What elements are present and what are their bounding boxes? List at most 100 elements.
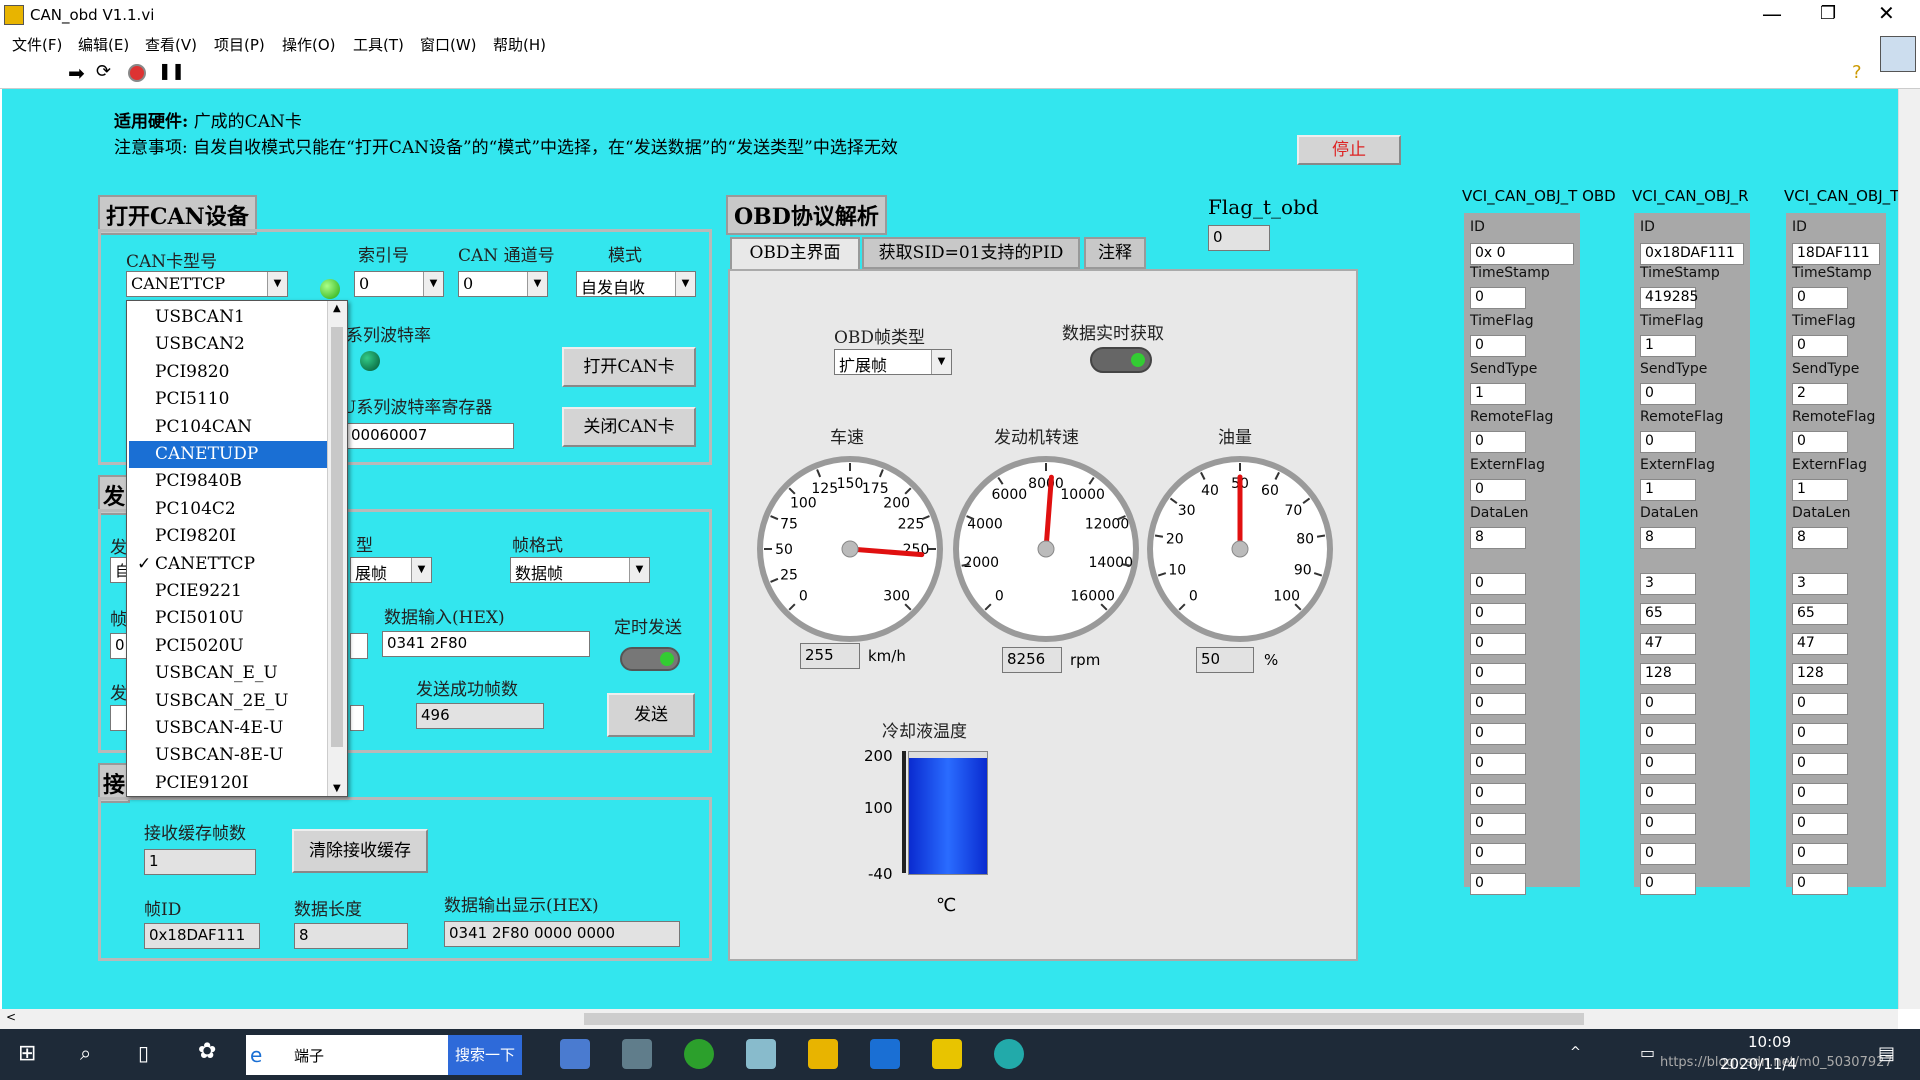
tab-sid01-pid[interactable]: 获取SID=01支持的PID: [862, 237, 1080, 269]
data-byte-field[interactable]: 0: [1470, 753, 1526, 775]
run-continuous-icon[interactable]: ⟳: [96, 61, 111, 82]
close-can-button[interactable]: 关闭CAN卡: [562, 407, 696, 447]
data-byte-field[interactable]: 0: [1470, 573, 1526, 595]
data-byte-field[interactable]: 0: [1792, 693, 1848, 715]
data-byte-field[interactable]: 0: [1792, 753, 1848, 775]
dropdown-item[interactable]: USBCAN-8E-U: [129, 742, 327, 769]
frame-format-select[interactable]: 数据帧 ▼: [510, 557, 650, 583]
dropdown-item[interactable]: USBCAN-4E-U: [129, 715, 327, 742]
dropdown-item[interactable]: PCI5110: [129, 386, 327, 413]
data-byte-field[interactable]: 0: [1470, 663, 1526, 685]
chevron-up-icon[interactable]: ^: [1570, 1045, 1581, 1060]
dropdown-item[interactable]: PC104C2: [129, 496, 327, 523]
datalen-field[interactable]: 8: [1640, 527, 1696, 549]
data-byte-field[interactable]: 0: [1792, 873, 1848, 895]
browser-icon[interactable]: [684, 1039, 714, 1069]
remoteflag-field[interactable]: 0: [1640, 431, 1696, 453]
dropdown-item[interactable]: PCI9840B: [129, 468, 327, 495]
dropdown-item[interactable]: PCIE9120I: [129, 770, 327, 797]
dropdown-item[interactable]: CANETUDP: [129, 441, 327, 468]
data-byte-field[interactable]: 0: [1640, 813, 1696, 835]
data-byte-field[interactable]: 3: [1640, 573, 1696, 595]
restore-icon[interactable]: ❐: [1820, 3, 1836, 24]
labview-icon[interactable]: [932, 1039, 962, 1069]
mode-select[interactable]: 自发自收 ▼: [576, 271, 696, 297]
data-byte-field[interactable]: 47: [1640, 633, 1696, 655]
id-field[interactable]: 18DAF111: [1792, 243, 1880, 265]
data-byte-field[interactable]: 0: [1470, 723, 1526, 745]
pinwheel-icon[interactable]: [746, 1039, 776, 1069]
vertical-scrollbar[interactable]: [1898, 89, 1920, 1009]
menu-edit[interactable]: 编辑(E): [78, 34, 129, 55]
timestamp-field[interactable]: 0: [1792, 287, 1848, 309]
timestamp-field[interactable]: 419285: [1640, 287, 1698, 309]
data-byte-field[interactable]: 0: [1792, 783, 1848, 805]
data-byte-field[interactable]: 0: [1470, 603, 1526, 625]
card-type-select[interactable]: CANETTCP ▼: [126, 271, 288, 297]
data-input-field[interactable]: 0341 2F80: [382, 631, 590, 657]
remoteflag-field[interactable]: 0: [1470, 431, 1526, 453]
dropdown-item[interactable]: USBCAN1: [129, 304, 327, 331]
dropdown-item[interactable]: USBCAN_E_U: [129, 660, 327, 687]
send-button[interactable]: 发送: [607, 693, 695, 737]
chevron-left-icon[interactable]: <: [6, 1010, 16, 1024]
timed-send-toggle[interactable]: [620, 647, 680, 671]
datalen-field[interactable]: 8: [1470, 527, 1526, 549]
data-byte-field[interactable]: 128: [1640, 663, 1696, 685]
dropdown-item[interactable]: PCIE9221: [129, 578, 327, 605]
search-icon[interactable]: ⌕: [80, 1041, 91, 1065]
data-byte-field[interactable]: 65: [1640, 603, 1696, 625]
sendtype-field[interactable]: 2: [1792, 383, 1848, 405]
channel-select[interactable]: 0 ▼: [458, 271, 548, 297]
app-shortcut-icon[interactable]: ✿: [198, 1039, 216, 1064]
data-byte-field[interactable]: 0: [1470, 693, 1526, 715]
timestamp-field[interactable]: 0: [1470, 287, 1526, 309]
dropdown-item[interactable]: ✓ CANETTCP: [129, 551, 327, 578]
menu-file[interactable]: 文件(F): [12, 34, 62, 55]
open-can-button[interactable]: 打开CAN卡: [562, 347, 696, 387]
timeflag-field[interactable]: 0: [1792, 335, 1848, 357]
data-byte-field[interactable]: 0: [1640, 873, 1696, 895]
close-icon[interactable]: ✕: [1878, 1, 1895, 25]
chevron-up-icon[interactable]: ▲: [333, 303, 341, 314]
run-arrow-icon[interactable]: ➡: [68, 61, 85, 85]
send-id-field-partial[interactable]: [350, 633, 368, 659]
hscroll-thumb[interactable]: [584, 1013, 1584, 1025]
notification-icon[interactable]: ▤: [1878, 1043, 1895, 1064]
dropdown-item[interactable]: PCI9820: [129, 359, 327, 386]
folder-icon[interactable]: [808, 1039, 838, 1069]
data-byte-field[interactable]: 0: [1470, 783, 1526, 805]
data-byte-field[interactable]: 128: [1792, 663, 1848, 685]
xmind-icon[interactable]: [994, 1039, 1024, 1069]
dropdown-item[interactable]: PCI5010U: [129, 605, 327, 632]
menu-project[interactable]: 项目(P): [214, 34, 265, 55]
timeflag-field[interactable]: 0: [1470, 335, 1526, 357]
send-type-select[interactable]: 展帧 ▼: [350, 557, 432, 583]
data-byte-field[interactable]: 47: [1792, 633, 1848, 655]
menu-help[interactable]: 帮助(H): [493, 34, 546, 55]
windows-start-icon[interactable]: ⊞: [18, 1041, 36, 1066]
minimize-icon[interactable]: —: [1762, 2, 1782, 26]
baud-reg-field[interactable]: 00060007: [346, 423, 514, 449]
dropdown-scrollbar[interactable]: ▲ ▼: [327, 301, 347, 796]
chevron-down-icon[interactable]: ▼: [333, 783, 341, 794]
menu-view[interactable]: 查看(V): [145, 34, 197, 55]
tab-notes[interactable]: 注释: [1084, 237, 1146, 269]
data-byte-field[interactable]: 65: [1792, 603, 1848, 625]
dropdown-item[interactable]: PCI9820I: [129, 523, 327, 550]
externflag-field[interactable]: 1: [1640, 479, 1696, 501]
task-view-icon[interactable]: ▯: [138, 1041, 149, 1065]
remoteflag-field[interactable]: 0: [1792, 431, 1848, 453]
horizontal-scrollbar[interactable]: <: [0, 1009, 1898, 1029]
data-byte-field[interactable]: 0: [1792, 723, 1848, 745]
scroll-thumb[interactable]: [331, 327, 343, 747]
data-byte-field[interactable]: 0: [1470, 873, 1526, 895]
tab-obd-main[interactable]: OBD主界面: [730, 237, 860, 269]
data-byte-field[interactable]: 0: [1640, 693, 1696, 715]
taskbar-search-button[interactable]: 搜索一下: [448, 1035, 522, 1075]
menu-operate[interactable]: 操作(O): [282, 34, 336, 55]
taskbar-search-box[interactable]: e 端子: [246, 1035, 448, 1075]
data-byte-field[interactable]: 0: [1470, 633, 1526, 655]
externflag-field[interactable]: 1: [1792, 479, 1848, 501]
data-byte-field[interactable]: 0: [1640, 783, 1696, 805]
